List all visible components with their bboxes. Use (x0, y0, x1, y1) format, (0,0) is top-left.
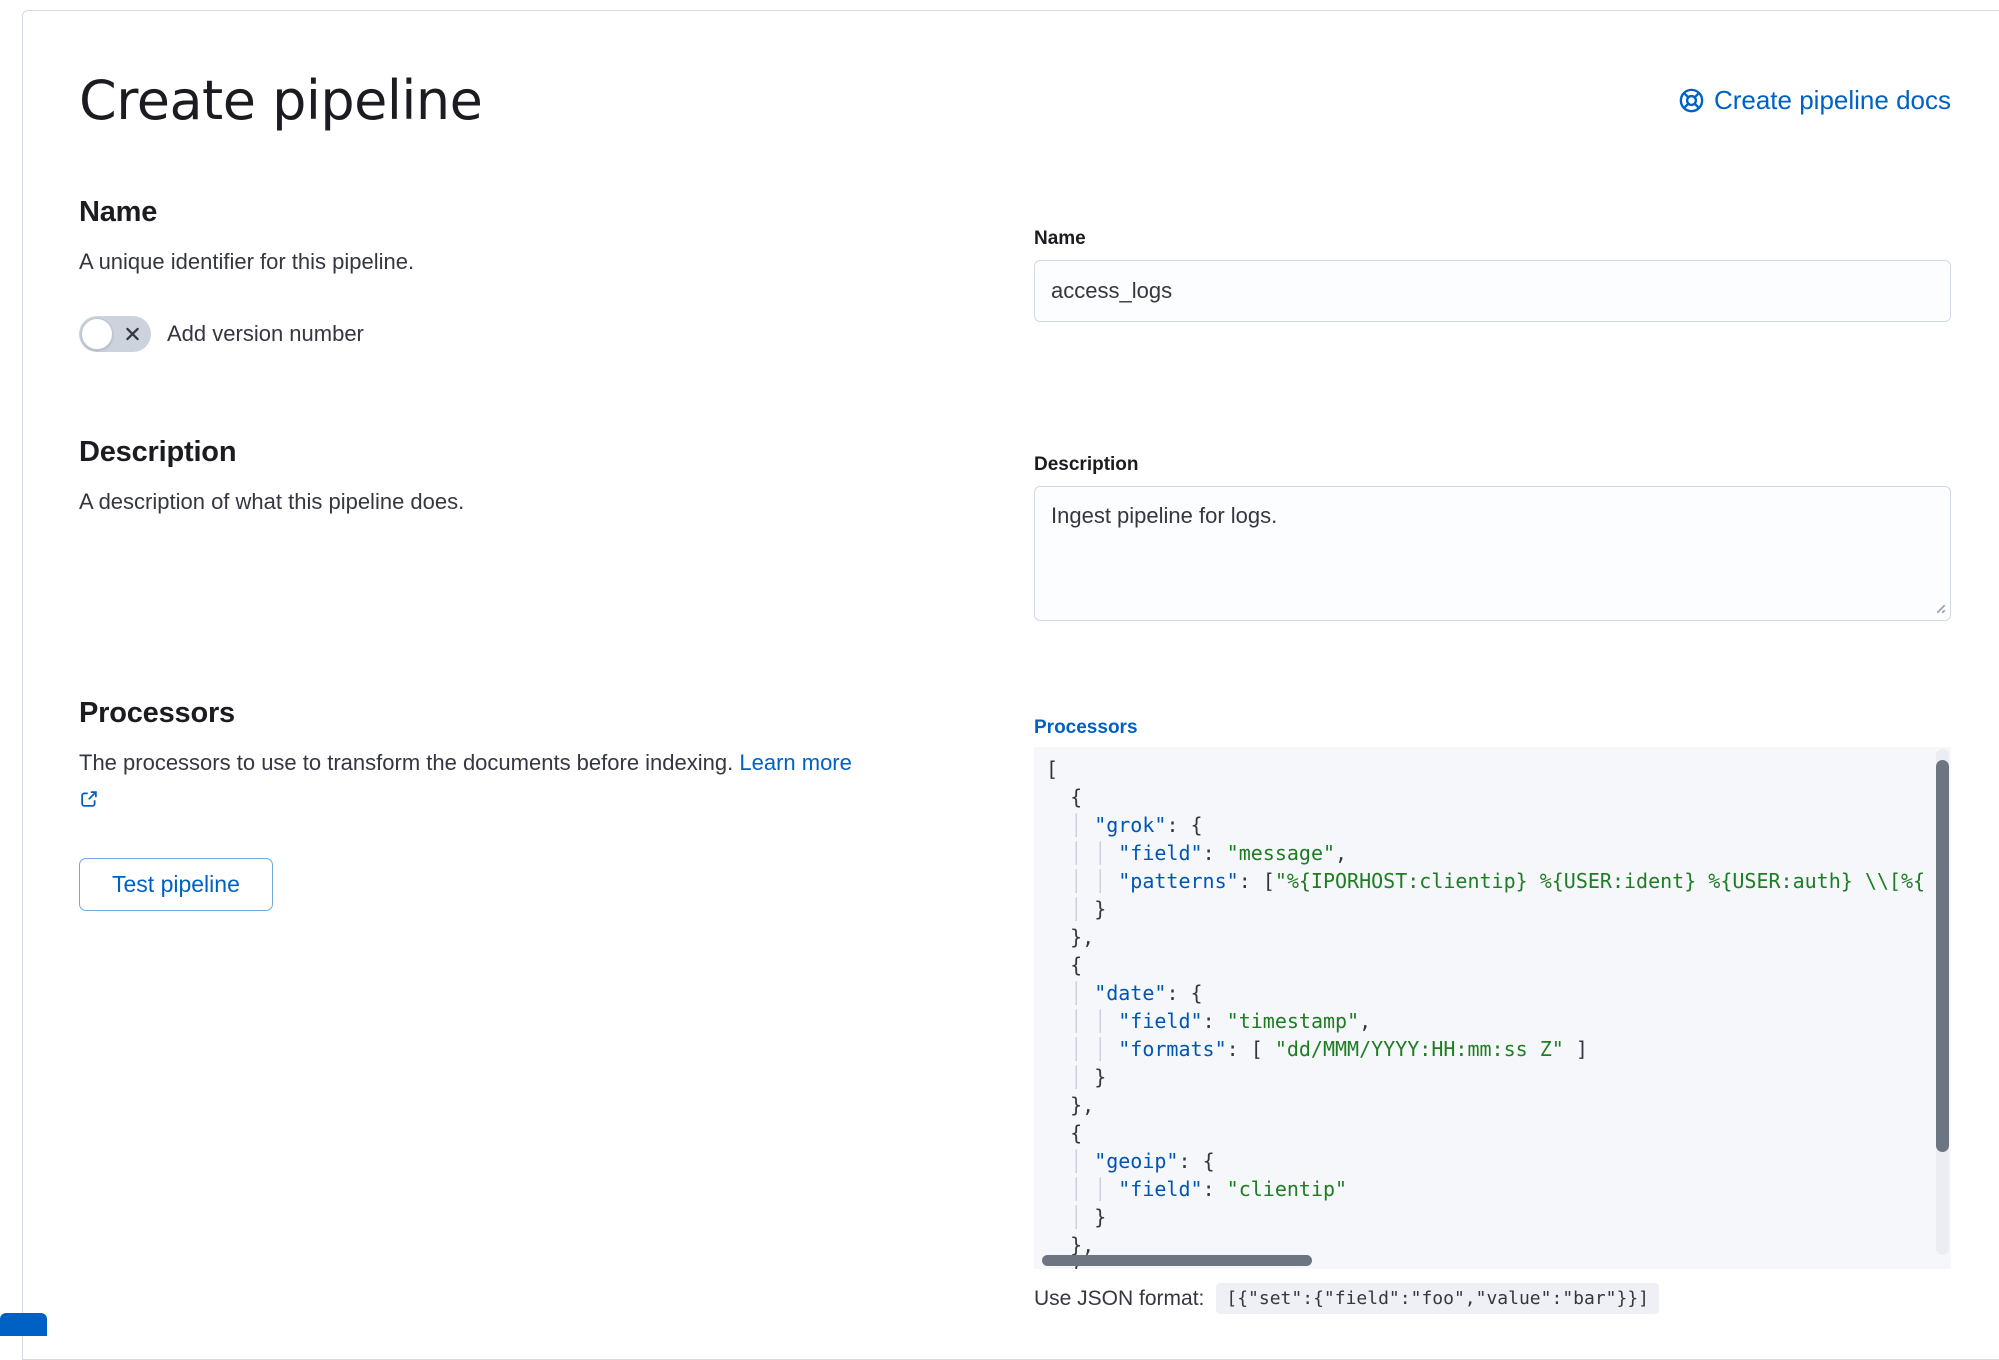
test-pipeline-button[interactable]: Test pipeline (79, 858, 273, 911)
documentation-icon (1678, 87, 1705, 114)
description-section: Description A description of what this p… (79, 436, 1951, 621)
add-version-row: Add version number (79, 316, 1034, 352)
partial-blue-button[interactable] (0, 1313, 47, 1336)
processors-section-heading: Processors (79, 697, 1034, 730)
docs-link[interactable]: Create pipeline docs (1678, 85, 1951, 116)
name-section-description: A unique identifier for this pipeline. (79, 245, 999, 278)
code-content: [ { │ "grok": { │ │ "field": "message", … (1034, 747, 1951, 1269)
processors-description-text: The processors to use to transform the d… (79, 750, 733, 775)
name-input[interactable] (1034, 260, 1951, 322)
name-field-label: Name (1034, 228, 1951, 250)
page-title: Create pipeline (79, 69, 482, 132)
name-section-heading: Name (79, 196, 1034, 229)
name-section: Name A unique identifier for this pipeli… (79, 196, 1951, 352)
description-section-heading: Description (79, 436, 1034, 469)
processors-field-label: Processors (1034, 717, 1951, 739)
add-version-toggle[interactable] (79, 316, 151, 352)
description-field-label: Description (1034, 454, 1951, 476)
add-version-label: Add version number (167, 321, 364, 347)
json-hint-label: Use JSON format: (1034, 1287, 1204, 1311)
horizontal-scrollbar-thumb[interactable] (1042, 1255, 1312, 1266)
toggle-thumb (81, 318, 113, 350)
description-textarea[interactable]: Ingest pipeline for logs. (1034, 486, 1951, 621)
docs-link-label: Create pipeline docs (1714, 85, 1951, 116)
processors-section: Processors The processors to use to tran… (79, 697, 1951, 1314)
create-pipeline-panel: Create pipeline Create pipeline docs Nam… (22, 10, 1999, 1360)
resize-handle-icon[interactable] (1931, 599, 1946, 614)
processors-code-editor[interactable]: [ { │ "grok": { │ │ "field": "message", … (1034, 747, 1951, 1269)
json-format-hint: Use JSON format: [{"set":{"field":"foo",… (1034, 1283, 1951, 1314)
processors-section-description: The processors to use to transform the d… (79, 746, 999, 818)
json-hint-code: [{"set":{"field":"foo","value":"bar"}}] (1216, 1283, 1659, 1314)
page-header: Create pipeline Create pipeline docs (79, 11, 1951, 132)
learn-more-link[interactable]: Learn more (739, 750, 852, 775)
cross-icon (125, 327, 140, 342)
description-section-description: A description of what this pipeline does… (79, 485, 999, 518)
vertical-scrollbar-thumb[interactable] (1936, 760, 1949, 1152)
external-link-icon[interactable] (79, 785, 99, 818)
